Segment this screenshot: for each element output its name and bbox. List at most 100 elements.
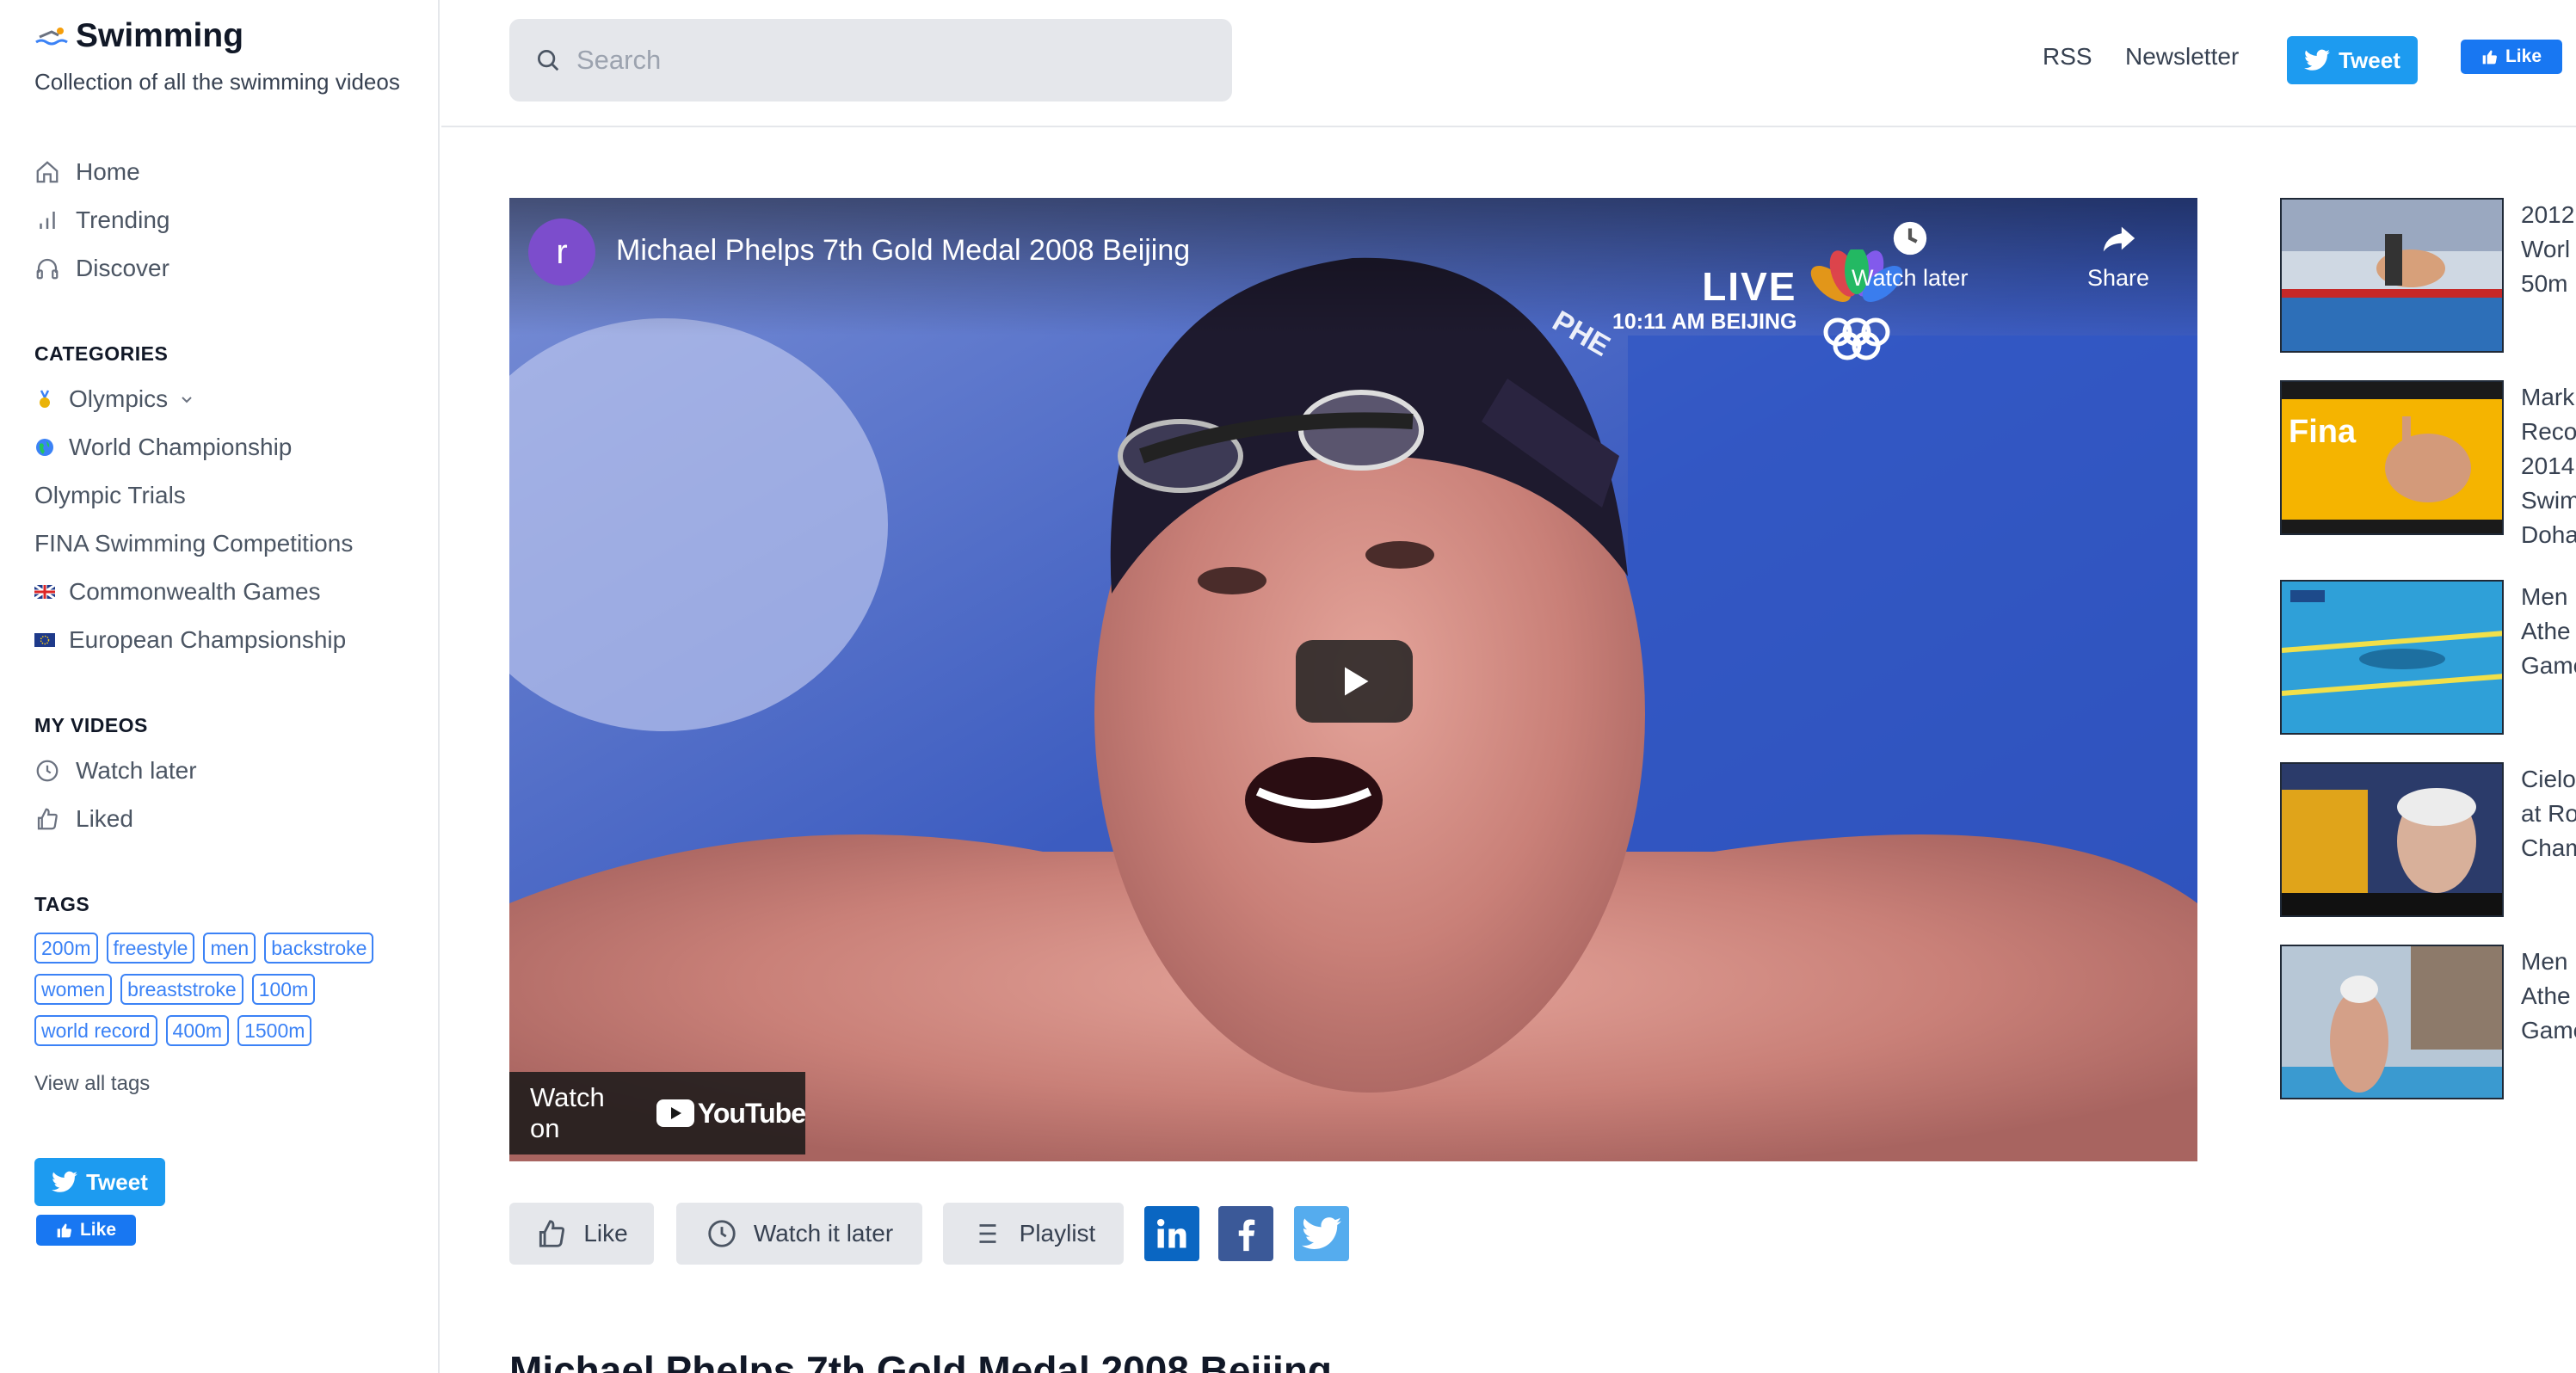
video-title-overlay[interactable]: Michael Phelps 7th Gold Medal 2008 Beiji…: [616, 234, 1190, 268]
header-tweet-label: Tweet: [2339, 46, 2400, 73]
tag-200m[interactable]: 200m: [34, 933, 98, 964]
category-commonwealth[interactable]: Commonwealth Games: [34, 578, 321, 606]
brand-title: Swimming: [76, 17, 244, 54]
tag-1500m[interactable]: 1500m: [237, 1015, 312, 1046]
nav-home[interactable]: Home: [34, 158, 140, 186]
category-commonwealth-label: Commonwealth Games: [69, 578, 321, 605]
my-videos-watch-later[interactable]: Watch later: [34, 757, 197, 785]
medal-icon: [40, 390, 50, 408]
brand[interactable]: Swimming: [34, 17, 243, 55]
tag-breaststroke[interactable]: breaststroke: [120, 974, 243, 1005]
category-european[interactable]: European Champsionship: [34, 626, 346, 654]
watch-on-youtube-button[interactable]: Watch on YouTube: [509, 1072, 806, 1154]
related-thumbnail[interactable]: [2280, 945, 2504, 1099]
related-title[interactable]: Mark Reco 2014 Swim Doha: [2521, 380, 2576, 552]
related-thumbnail-image: Fina: [2282, 382, 2502, 533]
swimmer-icon: [35, 28, 68, 46]
header-fb-like-button[interactable]: Like: [2461, 40, 2562, 74]
tag-row: world record 400m 1500m: [34, 1015, 396, 1046]
playlist-button[interactable]: Playlist: [943, 1203, 1124, 1265]
fb-thumb-icon: [2482, 50, 2497, 65]
related-thumbnail-image: [2282, 946, 2502, 1098]
sidebar-fb-like-button[interactable]: Like: [36, 1215, 136, 1246]
like-button[interactable]: Like: [509, 1203, 654, 1265]
live-time: 10:11 AM BEIJING: [1612, 310, 1797, 334]
twitter-bird-icon: [2304, 49, 2331, 71]
globe-icon: [36, 439, 53, 456]
uk-flag-icon: [34, 583, 55, 600]
tag-row: 200m freestyle men backstroke: [34, 933, 396, 964]
clock-icon: [1893, 221, 1926, 256]
category-world-championship-label: World Championship: [69, 434, 293, 460]
nav-discover[interactable]: Discover: [34, 255, 169, 282]
twitter-share-button[interactable]: [1294, 1206, 1349, 1261]
video-share-button[interactable]: Share: [2087, 219, 2149, 292]
nav-trending[interactable]: Trending: [34, 206, 169, 234]
youtube-wordmark: YouTube: [697, 1097, 806, 1129]
category-fina[interactable]: FINA Swimming Competitions: [34, 530, 353, 557]
category-olympic-trials-label: Olympic Trials: [34, 482, 186, 508]
related-title[interactable]: Cielo at Ro Cham: [2521, 762, 2576, 865]
facebook-icon: [1238, 1219, 1255, 1252]
twitter-bird-icon: [1302, 1217, 1341, 1250]
categories-heading: CATEGORIES: [34, 342, 169, 365]
related-title[interactable]: Men Athe Game: [2521, 945, 2576, 1048]
watch-it-later-button[interactable]: Watch it later: [676, 1203, 922, 1265]
tag-100m[interactable]: 100m: [251, 974, 316, 1005]
video-share-label: Share: [2087, 265, 2150, 291]
newsletter-link[interactable]: Newsletter: [2125, 43, 2239, 71]
clock-icon: [36, 760, 59, 782]
video-watch-later-button[interactable]: Watch later: [1852, 219, 1969, 292]
video-player[interactable]: PHE r Michael Phelps 7th Gold Medal 2008…: [509, 198, 2197, 1161]
related-thumbnail[interactable]: [2280, 198, 2504, 353]
category-olympics-label: Olympics: [69, 385, 169, 412]
category-olympics[interactable]: Olympics: [34, 385, 195, 413]
sidebar-tweet-button[interactable]: Tweet: [34, 1158, 165, 1206]
related-title[interactable]: 2012 Worl 50m: [2521, 198, 2574, 301]
headphones-icon: [36, 258, 59, 280]
play-icon: [1345, 667, 1369, 696]
tag-men[interactable]: men: [203, 933, 256, 964]
tag-women[interactable]: women: [34, 974, 113, 1005]
live-bug: LIVE 10:11 AM BEIJING: [1612, 263, 1796, 335]
category-world-championship[interactable]: World Championship: [34, 434, 292, 461]
sidebar: Swimming Collection of all the swimming …: [0, 0, 440, 1373]
header-tweet-button[interactable]: Tweet: [2287, 36, 2418, 84]
tag-backstroke[interactable]: backstroke: [264, 933, 374, 964]
related-thumbnail[interactable]: Fina: [2280, 380, 2504, 535]
related-thumbnail[interactable]: [2280, 580, 2504, 735]
page-title: Michael Phelps 7th Gold Medal 2008 Beiji…: [509, 1348, 1333, 1373]
related-thumbnail-image: [2282, 764, 2502, 915]
search-box[interactable]: [509, 19, 1232, 102]
tag-row: women breaststroke 100m: [34, 974, 396, 1005]
tag-freestyle[interactable]: freestyle: [106, 933, 195, 964]
related-title[interactable]: Men Athe Game: [2521, 580, 2576, 683]
tag-400m[interactable]: 400m: [165, 1015, 230, 1046]
view-all-tags-link[interactable]: View all tags: [34, 1072, 150, 1096]
category-olympic-trials[interactable]: Olympic Trials: [34, 482, 186, 509]
related-thumbnail-image: [2282, 582, 2502, 733]
nav-trending-label: Trending: [76, 206, 170, 233]
rss-link[interactable]: RSS: [2043, 43, 2092, 71]
clock-icon: [708, 1220, 736, 1247]
channel-avatar[interactable]: r: [528, 219, 595, 286]
fb-thumb-icon: [57, 1223, 71, 1238]
linkedin-share-button[interactable]: [1144, 1206, 1199, 1261]
related-thumbnail[interactable]: [2280, 762, 2504, 917]
facebook-share-button[interactable]: [1218, 1206, 1273, 1261]
youtube-play-icon: [656, 1099, 694, 1127]
live-label: LIVE: [1702, 264, 1797, 309]
my-videos-heading: MY VIDEOS: [34, 714, 148, 736]
search-input[interactable]: [576, 45, 1196, 76]
search-icon: [538, 50, 559, 71]
my-videos-liked[interactable]: Liked: [34, 805, 133, 833]
my-videos-watch-later-label: Watch later: [76, 757, 197, 784]
nav-home-label: Home: [76, 158, 140, 185]
like-button-label: Like: [583, 1220, 628, 1247]
tag-world-record[interactable]: world record: [34, 1015, 157, 1046]
tags-heading: TAGS: [34, 893, 90, 915]
watch-on-label: Watch on: [530, 1082, 605, 1143]
play-button[interactable]: [1296, 640, 1413, 723]
sidebar-tweet-label: Tweet: [86, 1168, 148, 1195]
twitter-bird-icon: [52, 1171, 78, 1192]
